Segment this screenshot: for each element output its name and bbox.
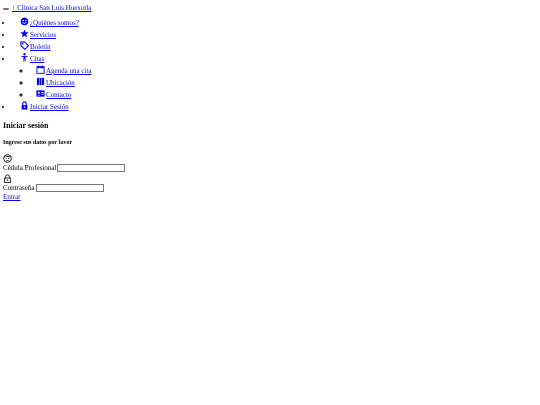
- menu-label: Citas: [30, 55, 45, 63]
- menu-label: Boletín: [30, 43, 51, 51]
- padlock-icon: [3, 174, 12, 183]
- tag-icon: [20, 41, 29, 50]
- menu-item-citas: Citas Agenda una cita Ubicación: [13, 53, 91, 101]
- face-icon: [3, 154, 12, 163]
- submit-link[interactable]: Entrar: [3, 193, 303, 202]
- menu-toggle-button[interactable]: [3, 8, 9, 10]
- smiley-face-icon: [20, 17, 29, 26]
- submenu-item-contacto: Contacto: [31, 89, 91, 101]
- star-icon: [20, 29, 29, 38]
- map-icon: [36, 77, 45, 86]
- submenu-link-contacto[interactable]: Contacto: [36, 89, 72, 99]
- login-title: Iniciar sesión: [3, 121, 49, 130]
- submenu-item-ubicacion: Ubicación: [31, 77, 91, 89]
- menu-label: Iniciar Sesión: [30, 103, 69, 111]
- brand-icon: ↑: [12, 3, 16, 12]
- menu-item-quienes-somos: ¿Quiénes somos?: [13, 17, 91, 29]
- menu-link-citas[interactable]: Citas: [20, 53, 45, 63]
- navbar: ↑ Clínica San Luis Huexotla: [3, 3, 91, 12]
- login-subtitle: Ingrese sus datos por favor: [3, 140, 73, 146]
- citas-submenu: Agenda una cita Ubicación Contacto: [20, 65, 91, 101]
- password-input[interactable]: [35, 184, 104, 192]
- submenu-link-ubicacion[interactable]: Ubicación: [36, 77, 75, 87]
- login-panel: Iniciar sesión Ingrese sus datos por fav…: [3, 120, 303, 202]
- brand-link[interactable]: ↑ Clínica San Luis Huexotla: [12, 4, 91, 12]
- cedula-input[interactable]: [57, 164, 126, 172]
- submenu-link-agenda[interactable]: Agenda una cita: [36, 65, 92, 75]
- cedula-row: Cédula Profesional: [3, 163, 303, 173]
- main-menu: ¿Quiénes somos? Servicios Boletín Citas: [0, 17, 91, 113]
- submenu-label: Agenda una cita: [46, 67, 92, 75]
- menu-label: Servicios: [30, 31, 57, 39]
- menu-item-servicios: Servicios: [13, 29, 91, 41]
- lock-icon: [20, 101, 29, 110]
- menu-link-quienes-somos[interactable]: ¿Quiénes somos?: [20, 17, 79, 27]
- submenu-label: Ubicación: [46, 79, 75, 87]
- calendar-icon: [36, 65, 45, 74]
- menu-link-iniciar-sesion[interactable]: Iniciar Sesión: [20, 101, 69, 111]
- cedula-label: Cédula Profesional: [3, 164, 57, 172]
- menu-item-boletin: Boletín: [13, 41, 91, 53]
- menu-label: ¿Quiénes somos?: [30, 19, 79, 27]
- password-row: Contraseña: [3, 183, 303, 193]
- menu-link-boletin[interactable]: Boletín: [20, 41, 51, 51]
- brand-text: Clínica San Luis Huexotla: [17, 3, 92, 12]
- menu-item-iniciar-sesion: Iniciar Sesión: [13, 101, 91, 113]
- person-icon: [20, 53, 29, 62]
- menu-link-servicios[interactable]: Servicios: [20, 29, 57, 39]
- password-label: Contraseña: [3, 184, 35, 192]
- submenu-label: Contacto: [46, 91, 72, 99]
- submenu-item-agenda: Agenda una cita: [31, 65, 91, 77]
- contact-card-icon: [36, 89, 45, 98]
